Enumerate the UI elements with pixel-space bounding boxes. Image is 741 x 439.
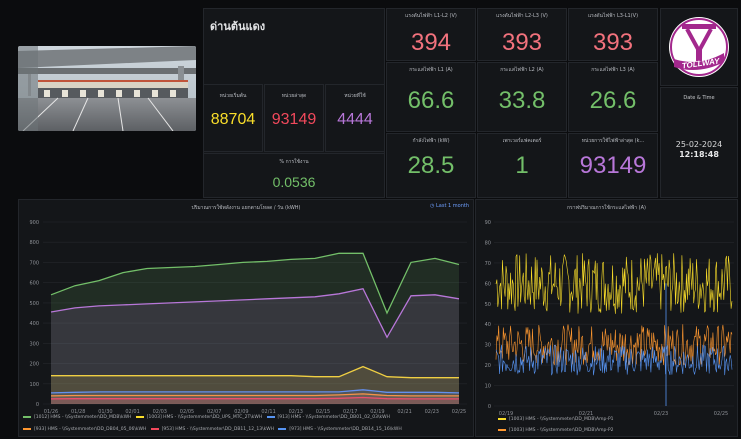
percent-label: % การใช้งาน	[279, 159, 309, 165]
stat-panel: กระแสไฟฟ้า L3 (A) 26.6	[568, 62, 658, 132]
y-tick-label: 900	[29, 220, 39, 226]
energy-latest-value: 93149	[271, 111, 317, 128]
x-tick-label: 02/23	[654, 411, 668, 417]
stat-panel: แรงดันไฟฟ้า L1-L2 (V) 394	[386, 8, 476, 61]
stat-panel: หน่วยการใช้ไฟฟ้าล่าสุด (k... 93149	[568, 133, 658, 198]
y-tick-label: 60	[485, 281, 491, 287]
legend-item[interactable]: [1012] HMS - \\Systemmeter\DD_MDB\kWH	[23, 415, 131, 420]
percent-panel: % การใช้งาน 0.0536	[203, 153, 385, 198]
y-tick-label: 700	[29, 260, 39, 266]
x-tick-label: 02/25	[452, 409, 466, 415]
stat-title: กระแสไฟฟ้า L2 (A)	[500, 67, 544, 73]
energy-chart: 010020030040050060070080090001/26 01/28 01…	[29, 220, 467, 415]
percent-value: 0.0536	[272, 174, 316, 190]
stat-value: 1	[515, 152, 529, 179]
energy-legend-1: [1012] HMS - \\Systemmeter\DD_MDB\kWH [1…	[23, 415, 390, 420]
stat-title: หน่วยการใช้ไฟฟ้าล่าสุด (k...	[581, 138, 645, 144]
x-tick-label: 02/21	[397, 409, 411, 415]
stat-panel: แรงดันไฟฟ้า L3-L1(V) 393	[568, 8, 658, 61]
stat-panel: กำลังไฟฟ้า (kW) 28.5	[386, 133, 476, 198]
logo-panel: TOLLWAY	[660, 8, 738, 86]
y-tick-label: 500	[29, 301, 39, 307]
energy-latest-panel: หน่วยล่าสุด 93149	[264, 84, 324, 152]
location-title: ด่านต้นแดง	[210, 20, 266, 33]
y-tick-label: 50	[485, 302, 491, 308]
stat-title: แรงดันไฟฟ้า L3-L1(V)	[587, 13, 639, 19]
x-tick-label: 02/25	[714, 411, 728, 417]
current-legend-2: [1003] HMS - \\Systemmeter\DD_MDB\Amp-P2	[498, 428, 614, 433]
legend-item[interactable]: [933] HMS - \\Systemmeter\DD_DB04_05_06\…	[23, 427, 146, 432]
y-tick-label: 300	[29, 341, 39, 347]
y-tick-label: 600	[29, 281, 39, 287]
legend-item[interactable]: [953] HMS - \\Systemmeter\DD_DB11_12_13\…	[150, 427, 274, 432]
y-tick-label: 0	[36, 402, 39, 408]
y-tick-label: 0	[488, 404, 491, 410]
stat-value: 26.6	[589, 87, 637, 114]
energy-start-value: 88704	[210, 111, 256, 128]
energy-used-panel: หน่วยที่ใช้ 4444	[325, 84, 385, 152]
energy-start-label: หน่วยเริ่มต้น	[219, 93, 247, 99]
y-tick-label: 70	[485, 261, 491, 267]
y-tick-label: 90	[485, 220, 491, 226]
stat-value: 93149	[579, 152, 647, 179]
time-value: 12:18:48	[679, 150, 719, 159]
stat-title: กำลังไฟฟ้า (kW)	[412, 138, 450, 144]
toll-plaza-photo	[18, 46, 196, 131]
energy-start-panel: หน่วยเริ่มต้น 88704	[203, 84, 263, 152]
current-chart: 010203040506070809002/19 02/21 02/23 02/25	[485, 220, 734, 417]
stat-value: 28.5	[407, 152, 455, 179]
tollway-logo: TOLLWAY	[669, 17, 729, 77]
stat-panel: เพาเวอร์แฟคเตอร์ 1	[477, 133, 567, 198]
legend-item[interactable]: [1003] HMS - \\Systemmeter\DD_UPS_MTC_2T…	[135, 415, 262, 420]
legend-item[interactable]: [973] HMS - \\Systemmeter\DD_DB14_15_16\…	[278, 427, 402, 432]
y-tick-label: 30	[485, 343, 491, 349]
energy-legend-2: [933] HMS - \\Systemmeter\DD_DB04_05_06\…	[23, 427, 402, 432]
stat-title: เพาเวอร์แฟคเตอร์	[502, 138, 542, 144]
stat-value: 393	[501, 29, 543, 56]
stat-value: 66.6	[407, 87, 455, 114]
y-tick-label: 20	[485, 363, 491, 369]
current-chart-panel: กราฟปริมาณการใช้กระแสไฟฟ้า (A) 0 10 20 30 40…	[475, 199, 738, 437]
stat-title: แรงดันไฟฟ้า L1-L2 (V)	[405, 13, 457, 19]
series-line	[495, 344, 733, 376]
datetime-label: Date & Time	[683, 95, 715, 101]
y-tick-label: 10	[485, 384, 491, 390]
y-tick-label: 80	[485, 240, 491, 246]
legend-item[interactable]: [1003] HMS - \\Systemmeter\DD_MDB\Amp-P1	[498, 417, 614, 422]
energy-latest-label: หน่วยล่าสุด	[281, 93, 307, 99]
stat-panel: กระแสไฟฟ้า L2 (A) 33.8	[477, 62, 567, 132]
y-tick-label: 40	[485, 322, 491, 328]
y-tick-label: 200	[29, 362, 39, 368]
energy-chart-panel: ปริมาณการใช้พลังงาน แยกตามโหลด / วัน (kW…	[18, 199, 474, 437]
date-value: 25-02-2024	[675, 140, 723, 149]
stat-title: กระแสไฟฟ้า L3 (A)	[591, 67, 635, 73]
legend-item[interactable]: [913] HMS - \\Systemmeter\DD_DB01_02_03\…	[266, 415, 390, 420]
stat-value: 33.8	[498, 87, 546, 114]
y-tick-label: 100	[29, 382, 39, 388]
energy-used-value: 4444	[337, 111, 373, 128]
y-tick-label: 800	[29, 240, 39, 246]
datetime-panel: Date & Time 25-02-2024 12:18:48	[660, 87, 738, 198]
stat-title: แรงดันไฟฟ้า L2-L3 (V)	[496, 13, 548, 19]
stat-value: 394	[410, 29, 452, 56]
y-tick-label: 400	[29, 321, 39, 327]
dashboard: ด่านต้นแดง หน่วยเริ่มต้น 88704 หน่วยล่าส…	[0, 0, 741, 439]
stat-value: 393	[592, 29, 634, 56]
stat-panel: แรงดันไฟฟ้า L2-L3 (V) 393	[477, 8, 567, 61]
stat-panel: กระแสไฟฟ้า L1 (A) 66.6	[386, 62, 476, 132]
stat-title: กระแสไฟฟ้า L1 (A)	[409, 67, 453, 73]
legend-item[interactable]: [1003] HMS - \\Systemmeter\DD_MDB\Amp-P2	[498, 428, 614, 433]
current-legend-1: [1003] HMS - \\Systemmeter\DD_MDB\Amp-P1	[498, 417, 614, 422]
energy-used-label: หน่วยที่ใช้	[344, 93, 366, 99]
x-tick-label: 02/23	[425, 409, 439, 415]
